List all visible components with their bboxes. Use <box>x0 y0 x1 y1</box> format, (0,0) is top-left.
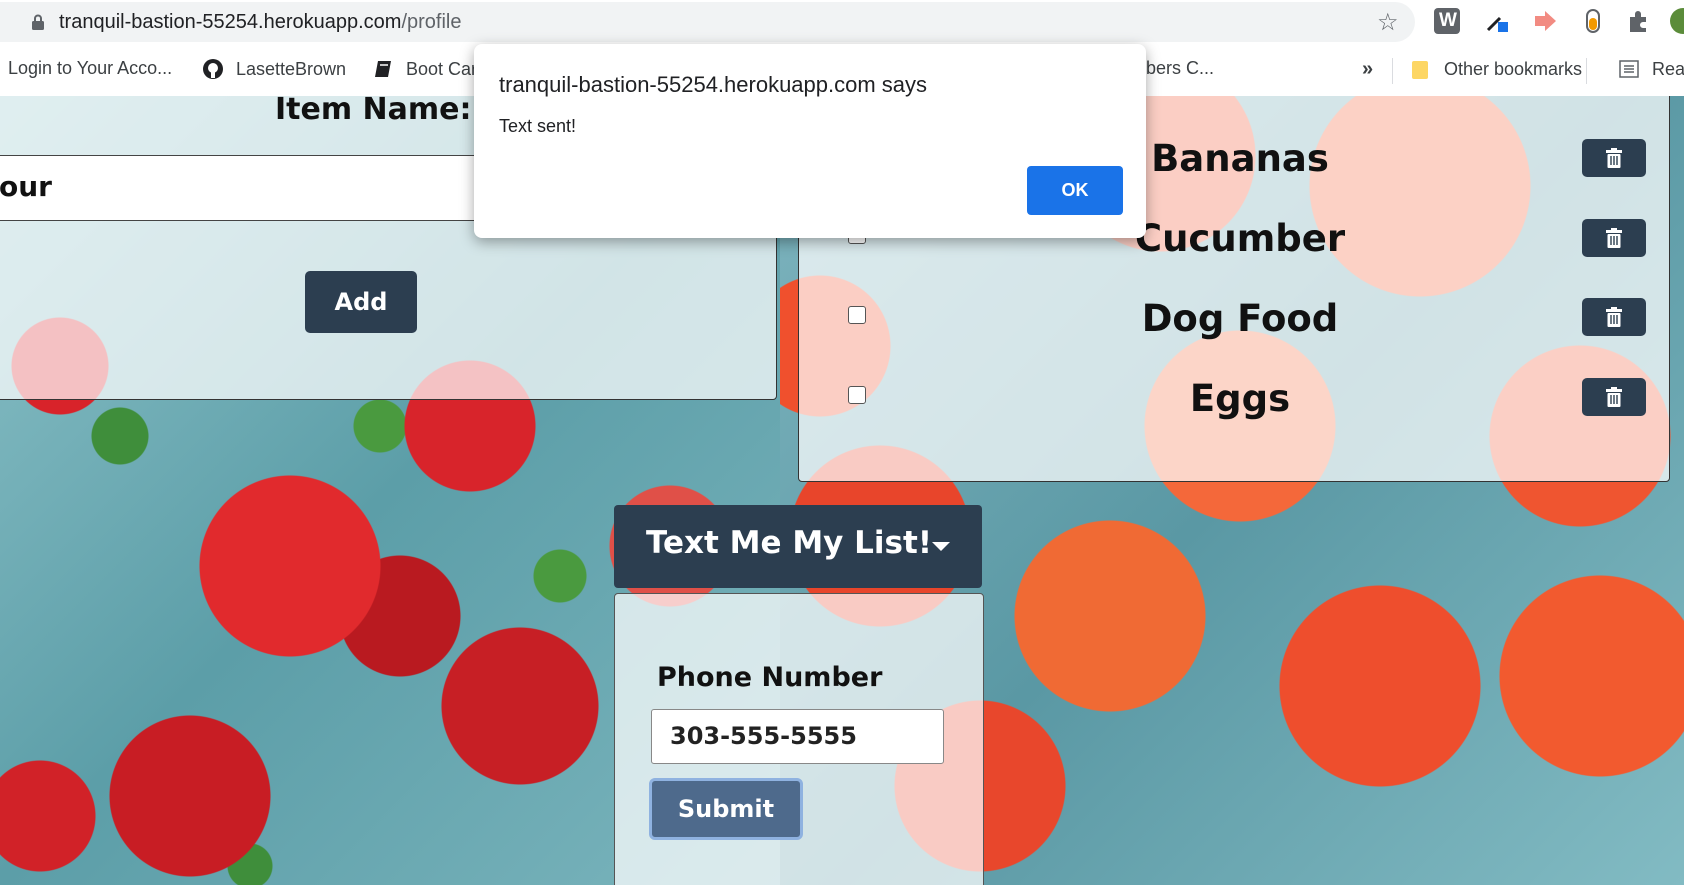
address-bar[interactable]: tranquil-bastion-55254.herokuapp.com/pro… <box>0 2 1415 42</box>
text-me-dropdown-button[interactable]: Text Me My List! <box>614 505 982 588</box>
phone-number-label: Phone Number <box>657 662 883 693</box>
bookmark-label: LasetteBrown <box>236 59 347 79</box>
bookmarks-divider <box>1392 58 1393 84</box>
bookmark-star-icon[interactable]: ☆ <box>1377 8 1399 36</box>
list-item-checkbox[interactable] <box>848 386 866 404</box>
list-item-name: Eggs <box>1189 377 1291 420</box>
bookmarks-divider <box>1586 58 1587 84</box>
alert-dialog: tranquil-bastion-55254.herokuapp.com say… <box>474 44 1146 238</box>
bookmarks-overflow-chevron[interactable]: » <box>1362 58 1373 81</box>
bookmark-login[interactable]: Login to Your Acco... <box>8 58 172 79</box>
bookmark-label: Login to Your Acco... <box>8 58 173 78</box>
caret-down-icon <box>932 542 950 551</box>
url-path: /profile <box>401 11 462 33</box>
trash-icon <box>1606 387 1622 407</box>
browser-toolbar: tranquil-bastion-55254.herokuapp.com/pro… <box>0 0 1684 44</box>
url-text[interactable]: tranquil-bastion-55254.herokuapp.com/pro… <box>59 11 461 34</box>
bookmark-bootcamp[interactable]: Boot Car <box>372 58 477 80</box>
trash-icon <box>1606 307 1622 327</box>
reading-list[interactable]: Rea <box>1618 58 1684 80</box>
trash-icon <box>1606 148 1622 168</box>
bookmark-numbers[interactable]: nbers C... <box>1136 58 1214 79</box>
item-input-value: our <box>0 170 52 203</box>
profile-avatar[interactable] <box>1670 8 1684 34</box>
delete-button[interactable] <box>1582 139 1646 177</box>
delete-button[interactable] <box>1582 298 1646 336</box>
book-icon <box>375 61 391 77</box>
capsule-extension-icon[interactable] <box>1580 8 1606 34</box>
github-icon <box>203 59 223 79</box>
bookmark-label: Other bookmarks <box>1444 59 1583 79</box>
submit-button[interactable]: Submit <box>649 778 803 840</box>
phone-number-input[interactable]: 303-555-5555 <box>651 709 944 764</box>
ok-button[interactable]: OK <box>1027 166 1123 215</box>
lock-icon <box>32 14 44 30</box>
item-name-input[interactable]: our <box>0 155 480 221</box>
item-name-label: Item Name: <box>275 96 472 127</box>
overflow-label: » <box>1362 58 1374 80</box>
bookmark-lasettebrown[interactable]: LasetteBrown <box>202 58 346 80</box>
dialog-title: tranquil-bastion-55254.herokuapp.com say… <box>499 72 928 97</box>
url-host: tranquil-bastion-55254.herokuapp.com <box>59 11 402 33</box>
list-item-checkbox[interactable] <box>848 306 866 324</box>
trash-icon <box>1606 228 1622 248</box>
bookmark-label: Rea <box>1652 59 1684 79</box>
delete-button[interactable] <box>1582 378 1646 416</box>
add-button[interactable]: Add <box>305 271 417 333</box>
phone-input-value: 303-555-5555 <box>670 722 857 750</box>
eyedropper-extension-icon[interactable] <box>1484 8 1510 34</box>
dialog-message: Text sent! <box>499 116 577 136</box>
folder-icon <box>1412 61 1428 79</box>
delete-button[interactable] <box>1582 219 1646 257</box>
list-item-name: Dog Food <box>1141 297 1339 340</box>
bookmark-label: Boot Car <box>406 59 478 79</box>
bookmark-label: nbers C... <box>1136 58 1215 78</box>
reading-list-icon <box>1619 60 1639 78</box>
bookmark-other[interactable]: Other bookmarks <box>1410 58 1582 80</box>
dropdown-label: Text Me My List! <box>646 525 932 561</box>
arrow-extension-icon[interactable] <box>1532 8 1558 34</box>
puzzle-extensions-icon[interactable] <box>1626 8 1652 34</box>
extension-w-icon[interactable]: W <box>1434 8 1460 34</box>
